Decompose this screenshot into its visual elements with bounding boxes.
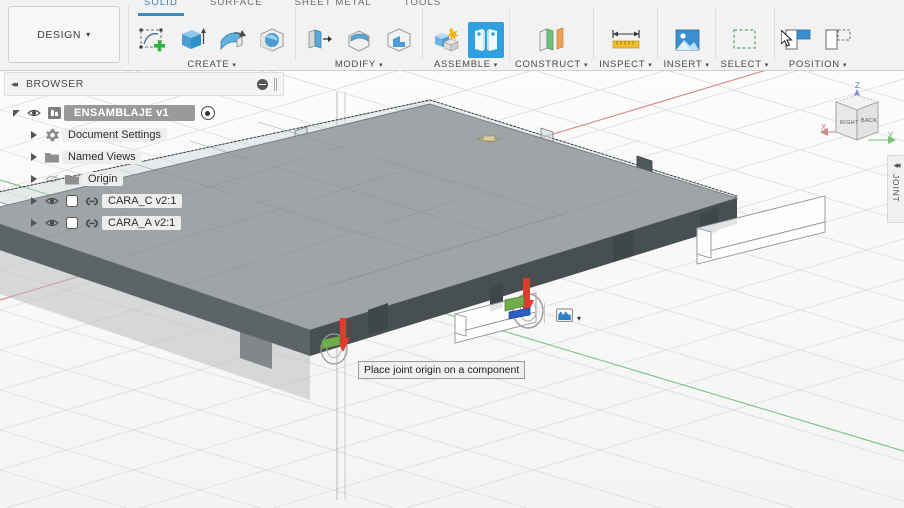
chevron-down-icon[interactable]: ▾: [843, 62, 847, 69]
expand-triangle-icon[interactable]: [26, 219, 42, 227]
expand-triangle-icon[interactable]: [26, 153, 42, 161]
main-toolbar: DESIGN ▾ CREATE ▾ MODIFY ▾ ASSEMBLE ▾ CO…: [0, 0, 904, 71]
joint-origin-hud[interactable]: ▾: [556, 308, 581, 328]
tab-solid[interactable]: SOLID: [128, 0, 194, 16]
component-icon: [44, 106, 64, 120]
joint-origin-snap-icon[interactable]: [556, 308, 573, 328]
toolbar-group-insert-label: INSERT ▾: [663, 59, 710, 70]
tab-surface[interactable]: SURFACE: [194, 0, 279, 13]
tree-item-label: CARA_A v2:1: [102, 216, 182, 230]
folder-icon: [42, 151, 62, 164]
hud-divider: [544, 303, 545, 323]
viewcube-face-right-label: RIGHT: [840, 120, 859, 126]
tree-item-label: Document Settings: [62, 128, 167, 142]
panel-resize-grip[interactable]: [274, 77, 277, 91]
tree-item-document-settings[interactable]: Document Settings: [4, 124, 284, 146]
joint-panel-tab[interactable]: ◂◂ JOINT: [887, 155, 904, 223]
browser-title: BROWSER: [26, 78, 84, 90]
toolbar-group-position-label: POSITION ▾: [788, 59, 848, 70]
workspace-switcher[interactable]: DESIGN ▾: [8, 6, 120, 63]
activate-radio-icon[interactable]: [200, 106, 215, 120]
tree-item-label: CARA_C v2:1: [102, 194, 183, 208]
expand-triangle-icon[interactable]: [8, 109, 24, 117]
chevron-down-icon[interactable]: ▾: [232, 62, 236, 69]
move-copy-icon[interactable]: [820, 22, 856, 58]
folder-icon: [62, 173, 82, 186]
select-window-icon[interactable]: [727, 22, 763, 58]
viewcube-axis-x-label: X: [821, 123, 827, 132]
toolbar-group-construct: CONSTRUCT ▾: [510, 0, 593, 70]
expand-triangle-icon[interactable]: [26, 131, 42, 139]
tree-item-root[interactable]: ENSAMBLAJE v1: [4, 102, 284, 124]
toolbar-group-insert: INSERT ▾: [658, 0, 714, 70]
browser-header[interactable]: ◂◂ BROWSER: [4, 72, 284, 96]
viewcube-axis-y-label: Y: [888, 131, 894, 140]
body-icon: [62, 216, 82, 230]
revolve-icon[interactable]: [214, 22, 250, 58]
visibility-eye-icon[interactable]: [24, 108, 44, 118]
body-icon: [62, 194, 82, 208]
tree-item-named-views[interactable]: Named Views: [4, 146, 284, 168]
chevron-down-icon[interactable]: ▾: [648, 62, 652, 69]
link-icon: [82, 217, 102, 230]
joint-origin-icon[interactable]: [468, 22, 504, 58]
joint-panel-tab-label: JOINT: [891, 174, 901, 203]
insert-image-icon[interactable]: [669, 22, 705, 58]
expand-triangle-icon[interactable]: [26, 175, 42, 183]
toolbar-group-inspect-label: INSPECT ▾: [599, 59, 653, 70]
press-pull-icon[interactable]: [301, 22, 337, 58]
new-component-icon[interactable]: [428, 22, 464, 58]
tree-item-origin[interactable]: Origin: [4, 168, 284, 190]
chevron-down-icon[interactable]: ▾: [765, 62, 769, 69]
extrude-icon[interactable]: [174, 22, 210, 58]
shell-icon[interactable]: [381, 22, 417, 58]
chevron-down-icon[interactable]: ▾: [705, 62, 709, 69]
toolbar-group-select-label: SELECT ▾: [720, 59, 769, 70]
minus-circle-icon[interactable]: [257, 78, 268, 90]
tooltip: Place joint origin on a component: [358, 361, 526, 379]
chevron-down-icon[interactable]: ▾: [577, 314, 581, 323]
toolbar-group-modify-label: MODIFY ▾: [334, 59, 384, 70]
double-left-arrow-icon[interactable]: ◂◂: [893, 160, 900, 171]
toolbar-group-construct-label: CONSTRUCT ▾: [515, 59, 589, 70]
visibility-eye-icon[interactable]: [42, 174, 62, 184]
workspace-label: DESIGN: [37, 28, 82, 41]
tree-item-label: Named Views: [62, 150, 142, 164]
chevron-down-icon[interactable]: ▾: [379, 62, 383, 69]
toolbar-group-assemble-label: ASSEMBLE ▾: [433, 59, 499, 70]
toolbar-group-select: SELECT ▾: [716, 0, 774, 70]
visibility-eye-icon[interactable]: [42, 196, 62, 206]
toolbar-group-inspect: INSPECT ▾: [594, 0, 657, 70]
viewcube-axis-z-label: Z: [855, 81, 860, 90]
tree-item-label: ENSAMBLAJE v1: [64, 105, 195, 121]
visibility-eye-icon[interactable]: [42, 218, 62, 228]
tree-item-cara-a[interactable]: CARA_A v2:1: [4, 212, 284, 234]
browser-panel: ◂◂ BROWSER ENSAMBLAJE v1 Document Settin…: [4, 72, 284, 234]
fillet-icon[interactable]: [341, 22, 377, 58]
tree-item-label: Origin: [82, 172, 124, 186]
tree-item-cara-c[interactable]: CARA_C v2:1: [4, 190, 284, 212]
toolbar-group-create-label: CREATE ▾: [187, 59, 237, 70]
chevron-down-icon[interactable]: ▾: [584, 62, 588, 69]
expand-triangle-icon[interactable]: [26, 197, 42, 205]
sphere-icon[interactable]: [254, 22, 290, 58]
double-left-arrow-icon[interactable]: ◂◂: [11, 79, 18, 90]
link-icon: [82, 195, 102, 208]
toolbar-tab-strip: SOLID SURFACE SHEET METAL TOOLS: [128, 0, 458, 16]
browser-tree: ENSAMBLAJE v1 Document Settings Named Vi…: [4, 102, 284, 234]
tooltip-text: Place joint origin on a component: [364, 364, 520, 376]
chevron-down-icon: ▾: [86, 30, 91, 39]
gear-icon: [42, 128, 62, 143]
arrow-cursor-icon: [780, 28, 795, 53]
create-sketch-icon[interactable]: [134, 22, 170, 58]
tab-tools[interactable]: TOOLS: [388, 0, 458, 13]
tab-sheet-metal[interactable]: SHEET METAL: [279, 0, 388, 13]
viewcube-face-back-label: BACK: [861, 118, 877, 124]
measure-icon[interactable]: [608, 22, 644, 58]
chevron-down-icon[interactable]: ▾: [494, 62, 498, 69]
offset-plane-icon[interactable]: [534, 22, 570, 58]
